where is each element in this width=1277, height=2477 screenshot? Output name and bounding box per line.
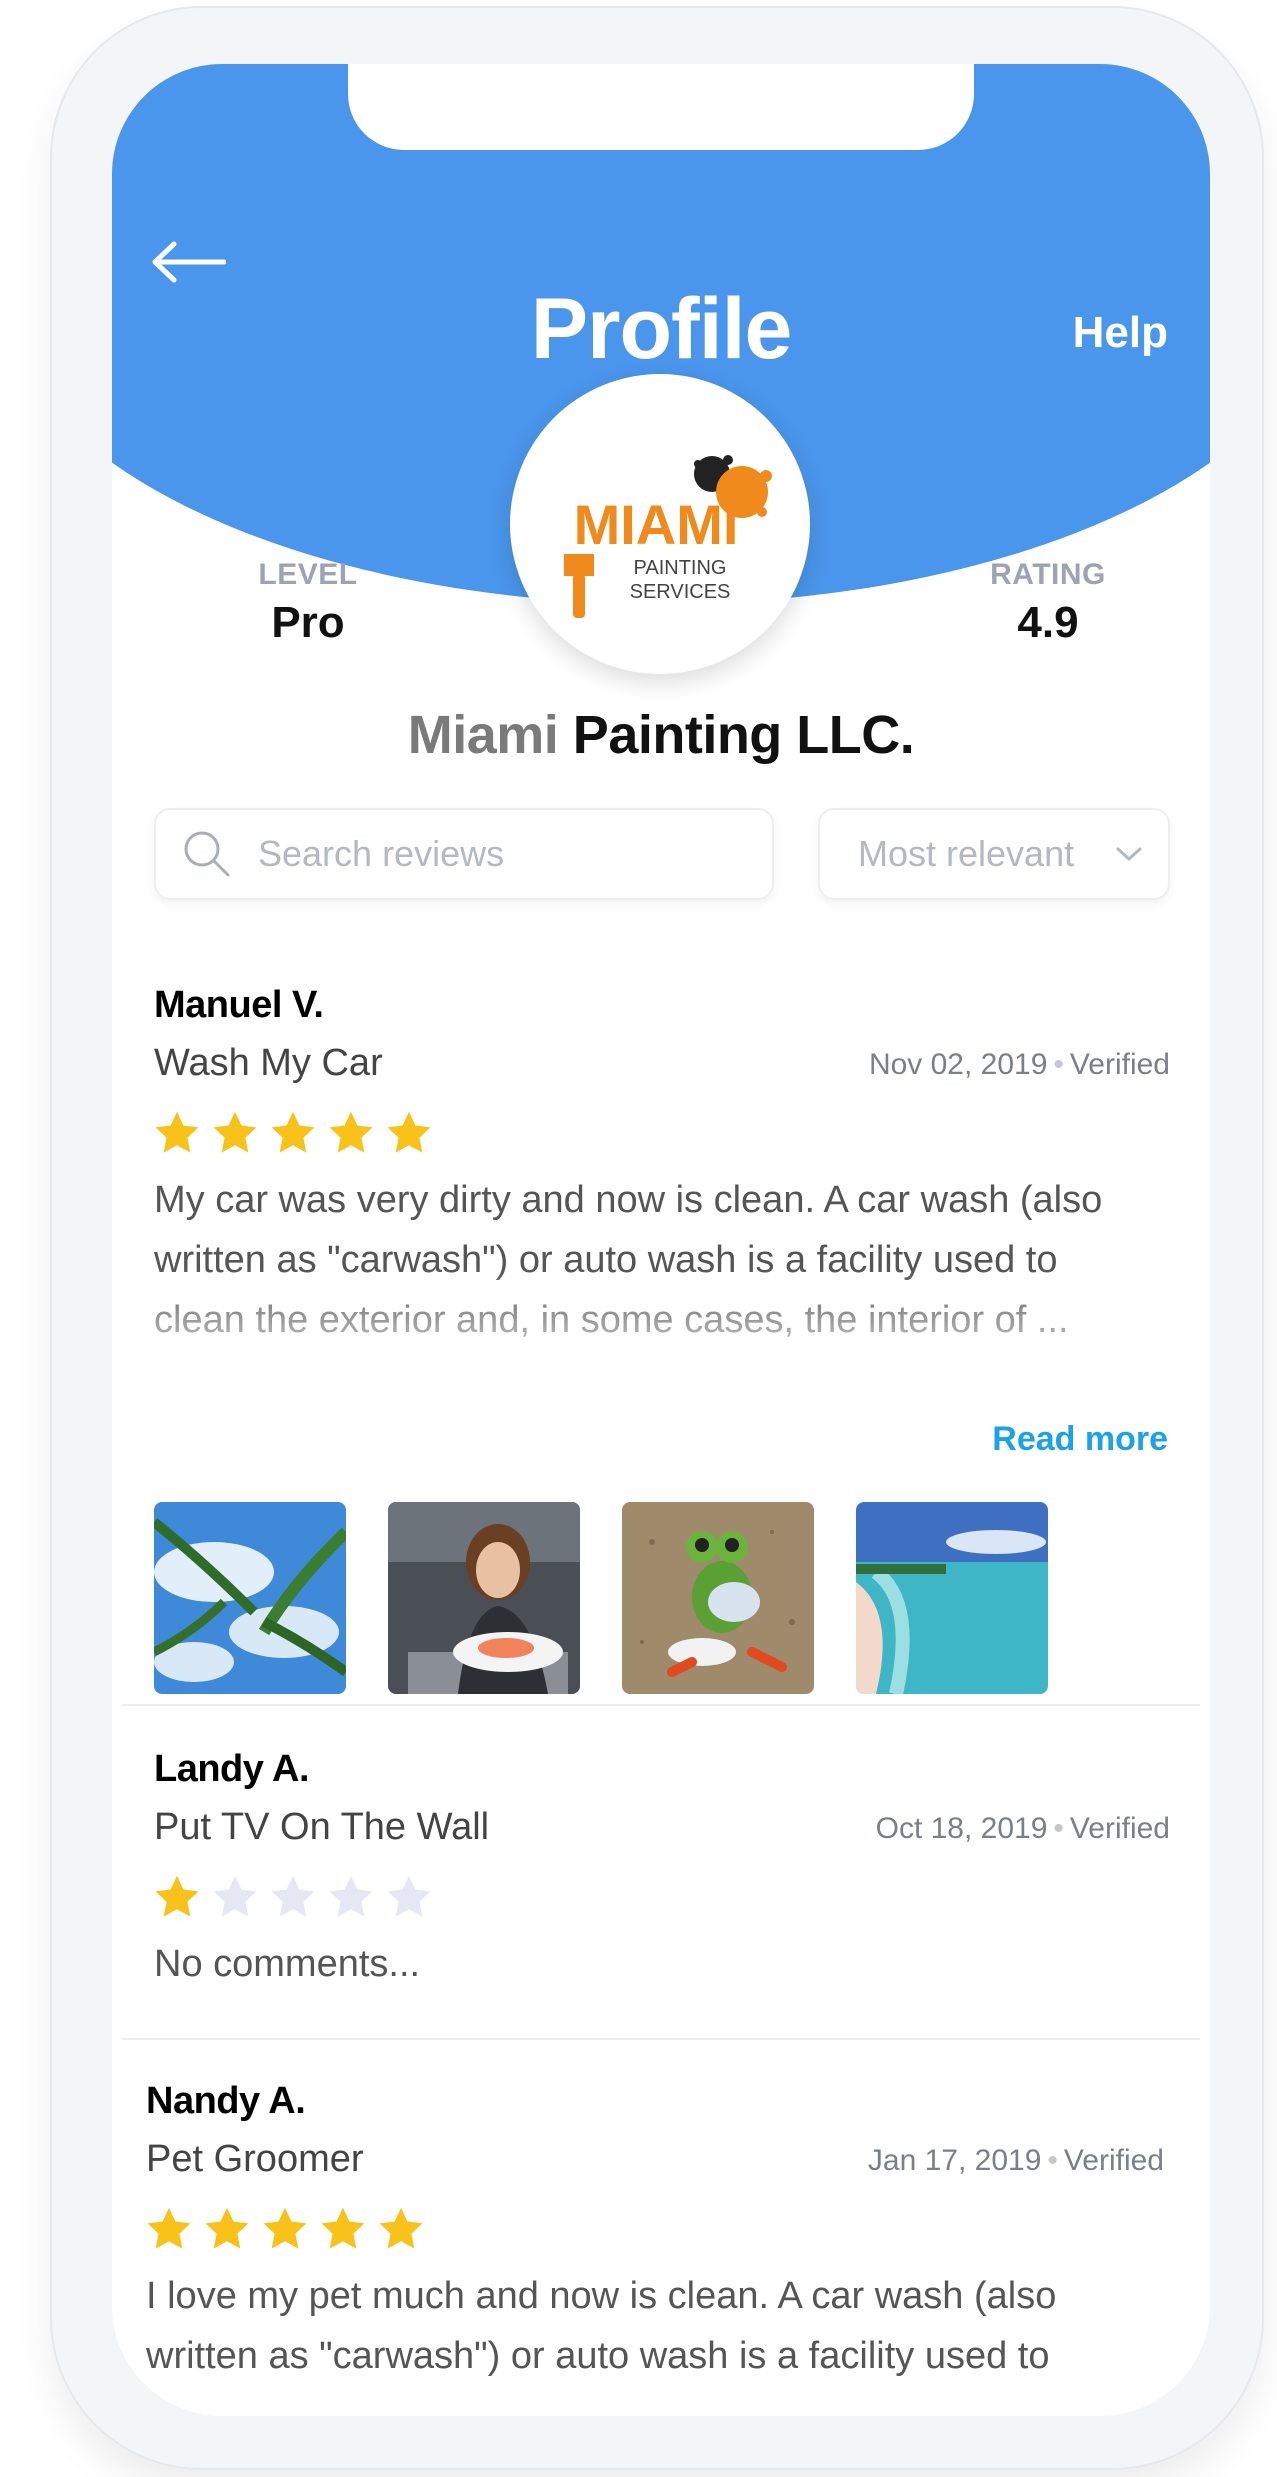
star-empty-icon: [387, 1875, 431, 1917]
verified-badge: Verified: [1069, 1812, 1170, 1845]
review-meta: Nov 02, 2019 • Verified: [868, 1048, 1170, 1081]
star-filled-icon: [321, 2207, 365, 2249]
star-empty-icon: [271, 1875, 315, 1917]
review-photo[interactable]: [154, 1502, 346, 1694]
review-service: Wash My Car: [154, 1042, 383, 1084]
star-filled-icon: [155, 1111, 199, 1153]
star-filled-icon: [205, 2207, 249, 2249]
search-icon: [184, 831, 230, 877]
star-filled-icon: [147, 2207, 191, 2249]
review-photo[interactable]: [856, 1502, 1048, 1694]
business-logo: MIAMI PAINTING SERVICES: [510, 374, 810, 674]
star-rating: [144, 2204, 426, 2254]
verified-badge: Verified: [1069, 1048, 1170, 1081]
star-rating: [152, 1872, 434, 1922]
page-title: Profile: [530, 281, 793, 377]
chevron-down-icon: [1116, 847, 1142, 861]
star-filled-icon: [263, 2207, 307, 2249]
device-notch: [348, 64, 974, 150]
review-divider: [122, 2038, 1200, 2040]
rating-value: 4.9: [1017, 598, 1079, 647]
business-name-rest: Painting LLC.: [572, 705, 915, 765]
review-photos: [154, 1502, 1048, 1694]
star-filled-icon: [213, 1111, 257, 1153]
review-body: I love my pet much and now is clean. A c…: [146, 2275, 1057, 2377]
palm-trees-sky-photo-icon: [154, 1502, 346, 1694]
sort-dropdown[interactable]: Most relevant: [818, 808, 1170, 900]
rating-stat: RATING 4.9: [948, 558, 1148, 648]
paint-splash-logo-icon: MIAMI PAINTING SERVICES: [564, 455, 772, 618]
search-box[interactable]: [154, 808, 774, 900]
logo-text-services: SERVICES: [630, 581, 731, 603]
review-date: Jan 17, 2019: [867, 2144, 1042, 2177]
star-filled-icon: [271, 1111, 315, 1153]
search-input[interactable]: [258, 833, 738, 875]
star-empty-icon: [329, 1875, 373, 1917]
read-more-link[interactable]: Read more: [992, 1420, 1168, 1459]
star-empty-icon: [213, 1875, 257, 1917]
review-service: Put TV On The Wall: [154, 1806, 490, 1848]
woman-with-salmon-plate-photo-icon: [388, 1502, 580, 1694]
sort-selected-value: Most relevant: [858, 833, 1075, 874]
logo-text-miami: MIAMI: [574, 493, 739, 556]
rating-label: RATING: [990, 558, 1106, 591]
review-body: My car was very dirty and now is clean. …: [154, 1179, 1103, 1341]
business-name: Miami Painting LLC.: [112, 704, 1210, 766]
frog-figurine-photo-icon: [622, 1502, 814, 1694]
app-screen: Profile Help LEVEL Pro RATING 4.9 MIAMI …: [112, 64, 1210, 2416]
review-photo[interactable]: [388, 1502, 580, 1694]
review-body: No comments...: [154, 1943, 421, 1985]
review-date: Nov 02, 2019: [868, 1048, 1048, 1081]
help-link[interactable]: Help: [1073, 308, 1168, 358]
review-date: Oct 18, 2019: [875, 1812, 1048, 1845]
tropical-beach-photo-icon: [856, 1502, 1048, 1694]
review-meta: Jan 17, 2019 • Verified: [867, 2144, 1164, 2177]
star-filled-icon: [155, 1875, 199, 1917]
arrow-left-icon: [152, 241, 226, 283]
review-service: Pet Groomer: [146, 2138, 364, 2180]
level-value: Pro: [271, 598, 345, 647]
logo-text-painting: PAINTING: [634, 557, 727, 579]
verified-badge: Verified: [1063, 2144, 1164, 2177]
review-meta: Oct 18, 2019 • Verified: [875, 1812, 1170, 1845]
star-filled-icon: [379, 2207, 423, 2249]
star-rating: [152, 1108, 434, 1158]
reviewer-name: Landy A.: [154, 1748, 310, 1790]
review-photo[interactable]: [622, 1502, 814, 1694]
reviewer-name: Nandy A.: [146, 2080, 306, 2122]
reviewer-name: Manuel V.: [154, 984, 324, 1026]
review-divider: [122, 1704, 1200, 1706]
level-stat: LEVEL Pro: [208, 558, 408, 648]
star-filled-icon: [329, 1111, 373, 1153]
business-name-first: Miami: [407, 705, 559, 765]
level-label: LEVEL: [258, 558, 358, 591]
star-filled-icon: [387, 1111, 431, 1153]
